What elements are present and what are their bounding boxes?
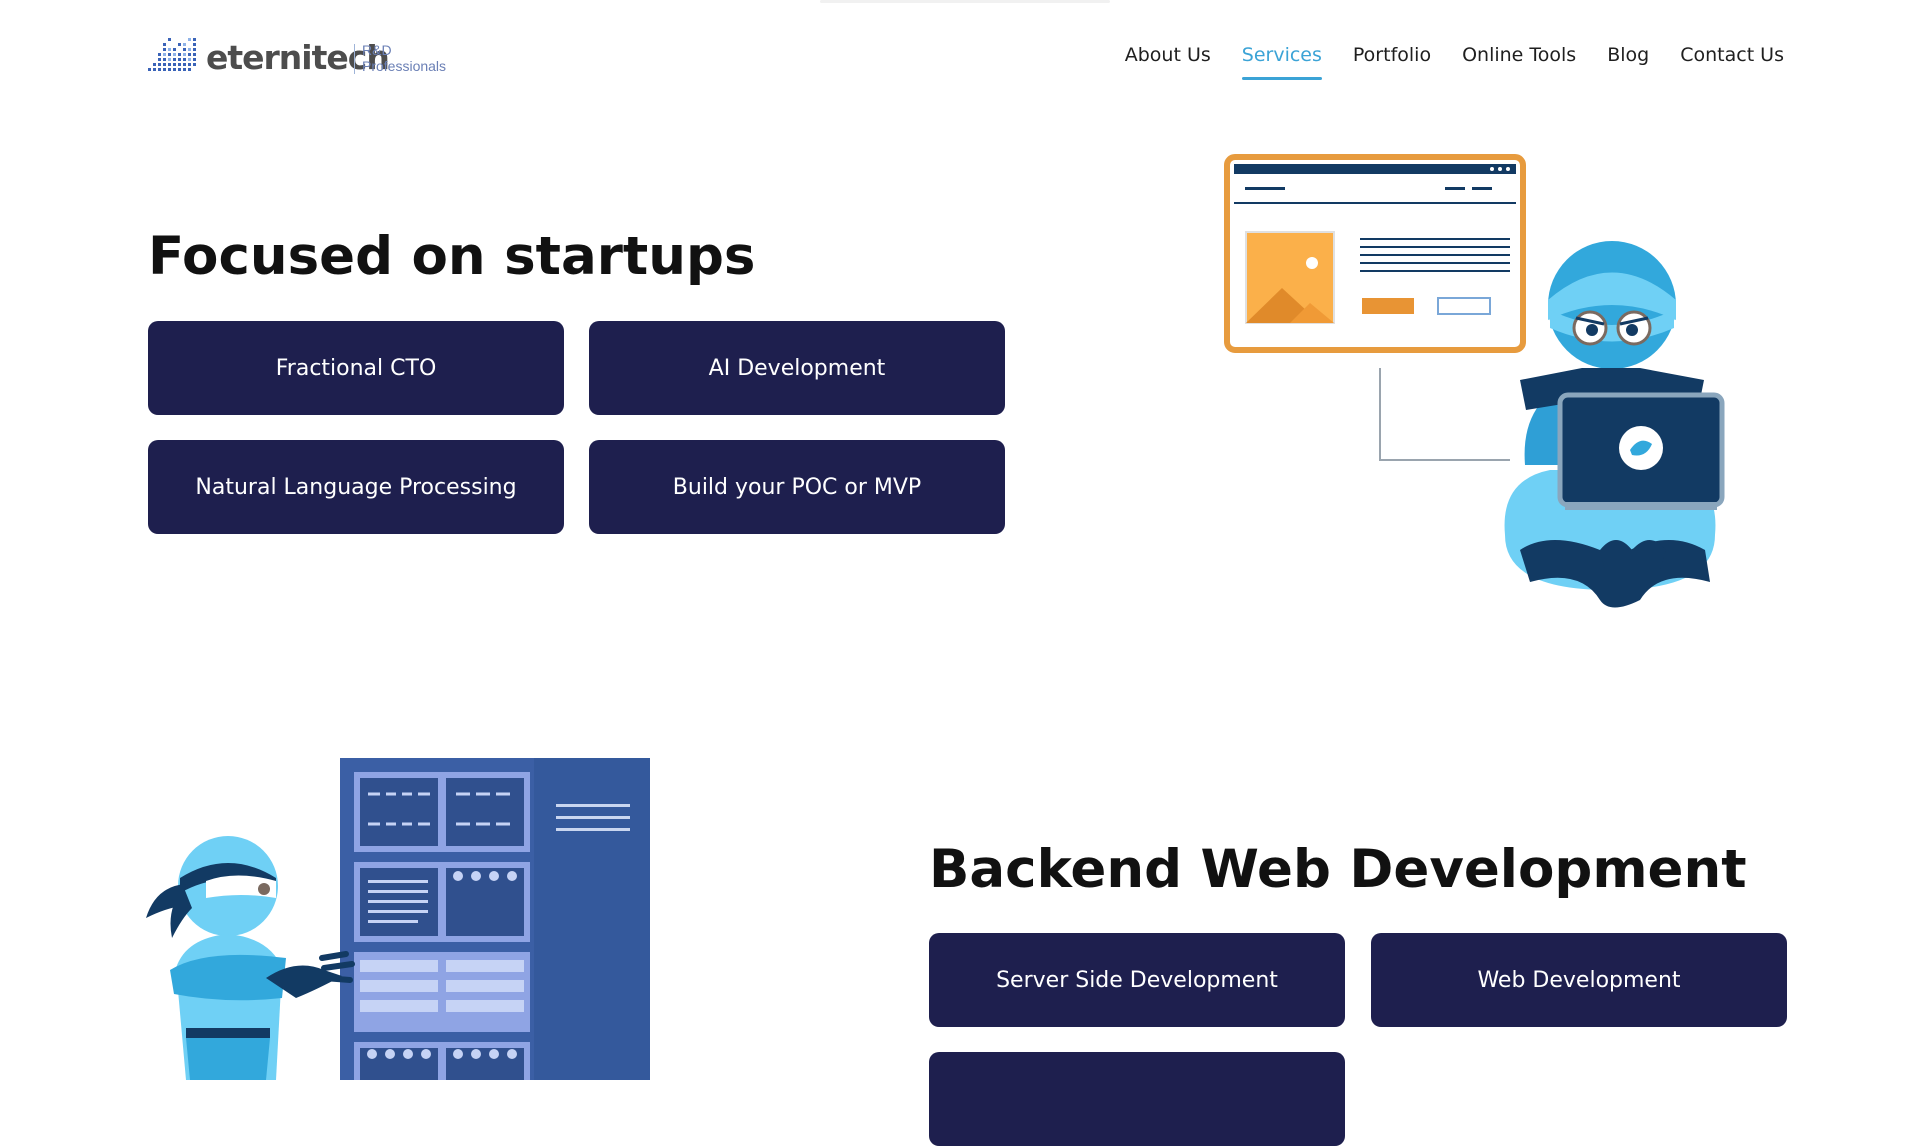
nav-item-contact-us[interactable]: Contact Us (1680, 44, 1784, 80)
nav-item-about-us[interactable]: About Us (1125, 44, 1211, 80)
section-title-backend: Backend Web Development (929, 839, 1747, 900)
logo-divider (354, 44, 355, 74)
logo-tagline-line1: R&D (362, 42, 392, 58)
logo-tagline-line2: Professionals (362, 58, 447, 74)
logo-tagline: R&D Professionals (362, 42, 446, 74)
service-button-nlp[interactable]: Natural Language Processing (148, 440, 564, 534)
main-nav: About Us Services Portfolio Online Tools… (1094, 44, 1784, 80)
service-button-web-development[interactable]: Web Development (1371, 933, 1787, 1027)
service-button-fractional-cto[interactable]: Fractional CTO (148, 321, 564, 415)
service-button-partial[interactable] (929, 1052, 1345, 1146)
nav-item-services[interactable]: Services (1241, 44, 1323, 80)
logo[interactable]: eternitech R&D Professionals (146, 34, 466, 82)
nav-item-portfolio[interactable]: Portfolio (1353, 44, 1431, 80)
service-button-server-side[interactable]: Server Side Development (929, 933, 1345, 1027)
logo-mark-icon (148, 38, 196, 71)
ninja-laptop-illustration (1224, 154, 1725, 608)
service-button-ai-development[interactable]: AI Development (589, 321, 1005, 415)
section-title-startups: Focused on startups (148, 226, 756, 287)
service-button-poc-mvp[interactable]: Build your POC or MVP (589, 440, 1005, 534)
nav-item-online-tools[interactable]: Online Tools (1462, 44, 1576, 80)
top-shadow (820, 0, 1110, 3)
nav-item-blog[interactable]: Blog (1607, 44, 1649, 80)
ninja-server-illustration (146, 758, 650, 1080)
